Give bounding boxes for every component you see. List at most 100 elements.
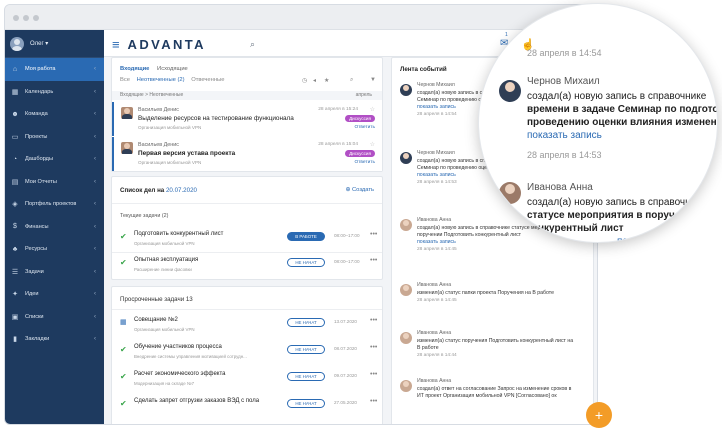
tab-inbox[interactable]: Входящие — [120, 66, 149, 72]
sidebar-item-12[interactable]: ▮ Закладки ‹ — [5, 328, 104, 351]
sidebar-item-9[interactable]: ☰ Задачи ‹ — [5, 261, 104, 284]
feed-date: 28 апреля в 14:45 — [417, 247, 457, 252]
search-icon[interactable]: ⌕ — [250, 39, 255, 50]
check-icon[interactable]: ✔ — [120, 372, 127, 381]
window-dot — [33, 15, 39, 21]
user-name: Олег ▾ — [30, 41, 49, 47]
sidebar-item-1[interactable]: ▦ Календарь ‹ — [5, 81, 104, 104]
tasks-date-link[interactable]: 20.07.2020 — [166, 187, 197, 194]
menu-icon[interactable]: ≡ — [112, 37, 122, 52]
more-icon[interactable]: ••• — [370, 231, 377, 238]
task-row[interactable]: ✔ Обучение участников процесса Внедрение с… — [112, 340, 382, 364]
breadcrumb-text: Входящие > Неотвеченные — [120, 92, 184, 98]
avatar — [400, 380, 412, 392]
star-icon[interactable]: ☆ — [370, 141, 375, 148]
task-row[interactable]: ✔ Опытная эксплуатация Расширение линии фа… — [112, 253, 382, 277]
create-button[interactable]: ⊕ Создать — [346, 187, 375, 193]
sidebar-item-2[interactable]: ☻ Команда ‹ — [5, 103, 104, 126]
sidebar-item-5[interactable]: ▤ Мои Отчеты ‹ — [5, 171, 104, 194]
task-row[interactable]: ✔ Подготовить конкурентный лист Организаци… — [112, 227, 382, 251]
status-badge[interactable]: В РАБОТЕ — [287, 232, 325, 241]
more-icon[interactable]: ••• — [370, 371, 377, 378]
feed-author[interactable]: Чернов Михаил — [417, 150, 455, 156]
reply-link[interactable]: Ответить — [354, 160, 375, 165]
filter-unanswered[interactable]: Неотвеченные (2) — [137, 77, 185, 83]
message-org: Организация мобильной VPN — [138, 160, 202, 165]
filter-answered[interactable]: Отвеченные — [191, 77, 224, 83]
search-icon[interactable]: ⌕ — [350, 77, 353, 84]
message-row[interactable]: Васильев Денис Первая версия устава проек… — [112, 137, 382, 171]
reply-link[interactable]: Ответить — [354, 125, 375, 130]
task-project: Модернизация на складе №7 — [134, 381, 195, 386]
avatar — [400, 84, 412, 96]
chevron-left-icon: ‹ — [94, 223, 96, 230]
show-record-link[interactable]: показать запись — [417, 239, 456, 245]
message-row[interactable]: Васильев Денис Выделение ресурсов на тест… — [112, 102, 382, 136]
check-icon[interactable]: ✔ — [120, 232, 127, 241]
more-icon[interactable]: ••• — [370, 317, 377, 324]
check-icon[interactable]: ✔ — [120, 399, 127, 408]
sidebar-item-8[interactable]: ♣ Ресурсы ‹ — [5, 238, 104, 261]
task-project: Внедрение системы управления мотивацией … — [134, 354, 247, 359]
check-icon[interactable]: ✔ — [120, 345, 127, 354]
logo[interactable]: ≡ ADVANTA — [112, 37, 206, 52]
feed-author[interactable]: Иванова Анна — [417, 282, 451, 288]
check-icon[interactable]: ✔ — [120, 258, 127, 267]
filter-all[interactable]: Все — [120, 77, 130, 83]
star-icon[interactable]: ★ — [324, 77, 329, 84]
sidebar-item-10[interactable]: ✦ Идеи ‹ — [5, 283, 104, 306]
status-badge[interactable]: НЕ НАЧАТ — [287, 318, 325, 327]
callout-text: создал(а) новую запись в справочнике вре… — [527, 90, 717, 142]
chevron-left-icon: ‹ — [94, 246, 96, 253]
dashboard-icon: ◔ — [12, 155, 18, 163]
task-row[interactable]: ✔ Расчет экономического эффекта Модернизац… — [112, 367, 382, 391]
sidebar-item-label: Ресурсы — [25, 246, 48, 253]
show-record-link[interactable]: показать запись — [527, 129, 717, 142]
status-badge[interactable]: НЕ НАЧАТ — [287, 345, 325, 354]
chevron-left-icon: ‹ — [94, 291, 96, 298]
sidebar-item-7[interactable]: $ Финансы ‹ — [5, 216, 104, 239]
task-title[interactable]: Совещание №2 — [134, 317, 264, 324]
projects-icon: ▭ — [11, 133, 19, 141]
clock-icon[interactable]: ◷ — [302, 77, 307, 84]
more-icon[interactable]: ••• — [370, 344, 377, 351]
task-title[interactable]: Опытная эксплуатация — [134, 257, 264, 264]
avatar — [10, 36, 24, 51]
show-record-link[interactable]: показать запись — [617, 235, 717, 242]
title-bar — [5, 5, 597, 30]
feed-author[interactable]: Чернов Михаил — [417, 82, 455, 88]
sidebar-item-0[interactable]: ⌂ Моя работа ‹ — [5, 58, 104, 81]
sound-icon[interactable]: ◂ — [313, 77, 316, 84]
filter-icon[interactable]: ▼ — [370, 77, 376, 83]
task-row[interactable]: ▦ Совещание №2 Организация мобильной VPN НЕ… — [112, 313, 382, 337]
avatar — [499, 80, 521, 102]
task-title[interactable]: Подготовить конкурентный лист — [134, 231, 264, 238]
sidebar-item-11[interactable]: ▣ Списки ‹ — [5, 306, 104, 329]
status-badge[interactable]: НЕ НАЧАТ — [287, 372, 325, 381]
feed-message: изменил(а) статус папки проекта Поручени… — [417, 290, 554, 296]
task-title[interactable]: Обучение участников процесса — [134, 344, 264, 351]
add-fab-button[interactable]: + — [586, 402, 612, 428]
more-icon[interactable]: ••• — [370, 257, 377, 264]
task-row[interactable]: ✔ Сделать запрет отгрузки заказов ВЭД с п… — [112, 394, 382, 418]
create-label: Создать — [351, 187, 374, 193]
task-title[interactable]: Сделать запрет отгрузки заказов ВЭД с по… — [134, 398, 264, 405]
task-title[interactable]: Расчет экономического эффекта — [134, 371, 264, 378]
show-record-link[interactable]: показать запись — [417, 104, 456, 110]
feed-author[interactable]: Иванова Анна — [417, 217, 451, 223]
star-icon[interactable]: ☆ — [370, 106, 375, 113]
sidebar-item-3[interactable]: ▭ Проекты ‹ — [5, 126, 104, 149]
tab-outbox[interactable]: Исходящие — [157, 66, 188, 72]
status-badge[interactable]: НЕ НАЧАТ — [287, 258, 325, 267]
avatar — [400, 152, 412, 164]
status-badge[interactable]: НЕ НАЧАТ — [287, 399, 325, 408]
more-icon[interactable]: ••• — [370, 398, 377, 405]
sidebar-item-6[interactable]: ◈ Портфель проектов ‹ — [5, 193, 104, 216]
chevron-left-icon: ‹ — [94, 268, 96, 275]
user-menu[interactable]: Олег ▾ — [5, 30, 104, 58]
feed-author[interactable]: Иванова Анна — [417, 378, 451, 384]
feed-text: создал(а) ответ на согласование Запрос н… — [417, 386, 577, 400]
feed-author[interactable]: Иванова Анна — [417, 330, 451, 336]
sidebar-item-4[interactable]: ◔ Дашборды ‹ — [5, 148, 104, 171]
show-record-link[interactable]: показать запись — [417, 172, 456, 178]
